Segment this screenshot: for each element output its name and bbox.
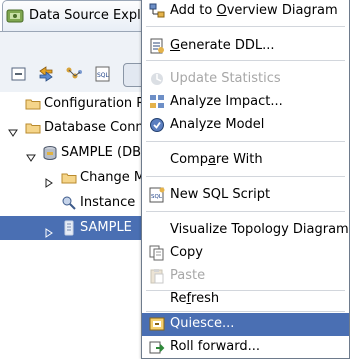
menu-item-label: Analyze Model: [170, 117, 265, 132]
analyze-impact-icon: [149, 94, 165, 110]
tree-item[interactable]: SAMPLE (DB2: [0, 141, 150, 165]
menu-separator: [146, 60, 345, 61]
tree-item-selected[interactable]: SAMPLE: [0, 216, 150, 240]
menu-item-label: New SQL Script: [170, 187, 271, 202]
tree-item-label: Change M: [80, 170, 146, 185]
menu-item-label: Copy: [170, 245, 203, 260]
menu-item-label: Paste: [170, 268, 206, 283]
chevron-down-icon[interactable]: [26, 148, 36, 162]
menu-item-label: Add to Overview Diagram: [170, 3, 338, 18]
copy-icon: [149, 245, 165, 261]
collapse-all-icon[interactable]: [10, 65, 30, 85]
link-with-editor-icon[interactable]: [37, 65, 57, 85]
sql-editor-icon[interactable]: SQL: [94, 65, 114, 85]
tree-item-label: Configuration R: [44, 96, 146, 111]
menu-item-copy[interactable]: Copy: [142, 242, 349, 265]
menu-item-label: Visualize Topology Diagram: [170, 222, 349, 237]
data-source-explorer-view: Data Source Explo SQL Configuration R Da…: [0, 0, 152, 357]
instance-icon: [61, 195, 77, 211]
menu-item-update-statistics: Update Statistics: [142, 68, 349, 91]
menu-item-label: Analyze Impact...: [170, 94, 283, 109]
chevron-down-icon[interactable]: [8, 123, 18, 137]
overview-diagram-icon: [149, 3, 165, 19]
menu-item-new-sql-script[interactable]: SQL New SQL Script: [142, 184, 349, 207]
folder-icon: [25, 96, 41, 112]
tree-item-label: Instance: [80, 195, 136, 210]
menu-item-analyze-model[interactable]: Analyze Model: [142, 114, 349, 137]
database-icon: [42, 145, 58, 161]
connect-icon[interactable]: [65, 65, 85, 85]
menu-item-label: Refresh: [170, 291, 220, 306]
sql-script-icon: SQL: [149, 187, 165, 203]
view-title: Data Source Explo: [29, 8, 149, 23]
menu-item-visualize-topology-diagram[interactable]: Visualize Topology Diagram: [142, 219, 349, 242]
schema-icon: [61, 220, 77, 236]
tree-item[interactable]: Configuration R: [0, 92, 150, 116]
menu-item-label: Roll forward...: [170, 339, 260, 354]
tree-item-label: SAMPLE: [80, 220, 132, 235]
menu-item-quiesce[interactable]: Quiesce...: [142, 313, 349, 336]
roll-forward-icon: [149, 339, 165, 355]
menu-item-roll-forward[interactable]: Roll forward...: [142, 336, 349, 359]
menu-separator: [146, 176, 345, 177]
statistics-icon: [149, 71, 165, 87]
data-source-explorer-icon: [6, 7, 24, 25]
menu-separator: [146, 311, 345, 312]
tree-item[interactable]: Database Conn: [0, 116, 150, 140]
chevron-right-icon[interactable]: [44, 223, 54, 238]
menu-separator: [146, 211, 345, 212]
menu-item-label: Compare With: [170, 152, 263, 167]
menu-item-paste: Paste: [142, 265, 349, 288]
folder-icon: [25, 120, 41, 136]
tree-item[interactable]: Instance: [0, 191, 150, 215]
tree-item-label: SAMPLE (DB2: [61, 145, 150, 160]
analyze-model-icon: [149, 117, 165, 133]
tree-item-label: Database Conn: [44, 120, 144, 135]
folder-icon: [61, 170, 77, 186]
menu-item-generate-ddl[interactable]: Generate DDL...: [142, 35, 349, 58]
menu-separator: [146, 26, 345, 27]
svg-text:SQL: SQL: [151, 194, 163, 200]
paste-icon: [149, 268, 165, 284]
chevron-right-icon[interactable]: [44, 173, 54, 188]
menu-item-label: Quiesce...: [170, 316, 235, 331]
menu-separator: [146, 141, 345, 142]
menu-item-compare-with[interactable]: Compare With: [142, 149, 349, 172]
menu-item-add-to-overview-diagram[interactable]: Add to Overview Diagram: [142, 0, 349, 23]
menu-item-label: Generate DDL...: [170, 38, 275, 53]
quiesce-icon: [149, 316, 165, 332]
generate-ddl-icon: [149, 38, 165, 54]
menu-item-label: Update Statistics: [170, 71, 281, 86]
menu-item-analyze-impact[interactable]: Analyze Impact...: [142, 91, 349, 114]
menu-item-refresh[interactable]: Refresh: [142, 288, 349, 311]
svg-text:SQL: SQL: [97, 72, 110, 79]
view-tab[interactable]: Data Source Explo: [2, 0, 152, 31]
context-menu: Add to Overview Diagram Generate DDL... …: [141, 0, 350, 359]
tree-item[interactable]: Change M: [0, 166, 150, 190]
